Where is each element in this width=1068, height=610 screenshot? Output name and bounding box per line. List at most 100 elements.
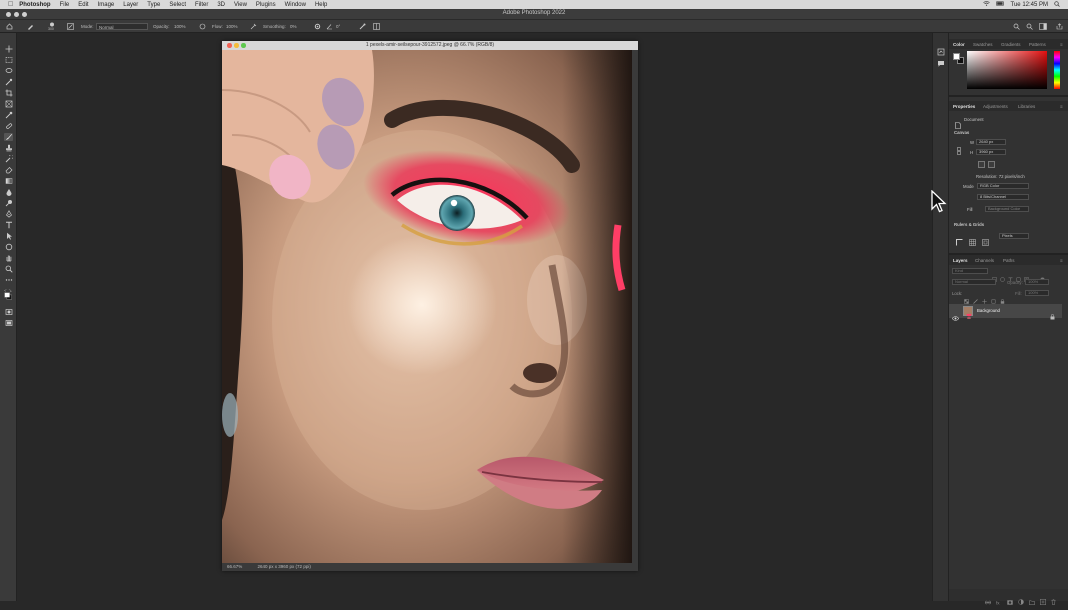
smoothing-options-gear-icon[interactable] (314, 23, 321, 31)
units-select[interactable]: Pixels (999, 233, 1029, 239)
menu-select[interactable]: Select (169, 2, 186, 8)
color-swatches[interactable] (953, 53, 965, 65)
dodge-tool-icon[interactable] (4, 199, 13, 207)
menu-window[interactable]: Window (285, 2, 306, 8)
panel-menu-icon[interactable]: ≡ (1060, 42, 1063, 47)
blend-mode-select[interactable]: Normal (952, 279, 996, 285)
workspace-switcher-icon[interactable] (1039, 23, 1047, 31)
zoom-level[interactable]: 66.67% (227, 564, 242, 569)
menu-file[interactable]: File (60, 2, 70, 8)
link-dimensions-icon[interactable] (957, 142, 961, 160)
tab-adjustments[interactable]: Adjustments (983, 104, 1008, 109)
mode-select[interactable]: Normal (96, 23, 148, 30)
tab-layers[interactable]: Layers (953, 258, 968, 263)
tab-properties[interactable]: Properties (953, 104, 975, 109)
menu-filter[interactable]: Filter (195, 2, 208, 8)
canvas-width-field[interactable]: 2640 px (976, 139, 1006, 145)
comments-panel-icon[interactable] (937, 55, 945, 73)
document-canvas[interactable] (222, 50, 632, 563)
document-tab[interactable]: 1 pexels-amir-seilsepour-3912572.jpeg @ … (222, 41, 638, 50)
shape-tool-icon[interactable] (4, 243, 13, 251)
rulers-grids-heading[interactable]: Rulers & Grids (954, 222, 984, 227)
type-tool-icon[interactable] (4, 221, 13, 229)
symmetry-icon[interactable] (373, 23, 380, 31)
clone-stamp-tool-icon[interactable] (4, 144, 13, 152)
tab-libraries[interactable]: Libraries (1018, 104, 1035, 109)
flow-value[interactable]: 100% (226, 24, 238, 29)
app-menu[interactable]: Photoshop (19, 2, 50, 8)
quick-mask-icon[interactable] (4, 308, 13, 316)
tab-color[interactable]: Color (953, 42, 965, 47)
document-close-button[interactable] (227, 43, 232, 48)
spotlight-icon[interactable] (1054, 0, 1060, 9)
tab-patterns[interactable]: Patterns (1029, 42, 1046, 47)
brush-settings-icon[interactable] (67, 23, 74, 31)
add-mask-icon[interactable] (1007, 592, 1013, 610)
pen-tool-icon[interactable] (4, 210, 13, 218)
layer-style-fx-icon[interactable]: fx (996, 592, 1002, 610)
ruler-icon[interactable] (956, 233, 963, 251)
more-tools-icon[interactable] (4, 276, 13, 284)
color-picker-field[interactable] (967, 51, 1047, 89)
document-scrollbar[interactable] (632, 50, 638, 563)
foreground-color-swatch[interactable] (953, 53, 960, 60)
smoothing-value[interactable]: 0% (290, 24, 297, 29)
brush-tool-preset-icon[interactable] (27, 23, 35, 31)
crop-tool-icon[interactable] (4, 89, 13, 97)
guides-icon[interactable] (982, 233, 989, 251)
document-minimize-button[interactable] (234, 43, 239, 48)
search-help-icon[interactable] (1026, 23, 1033, 31)
lasso-tool-icon[interactable] (4, 67, 13, 75)
marquee-tool-icon[interactable] (4, 56, 13, 64)
opacity-value[interactable]: 100% (174, 24, 186, 29)
canvas-height-field[interactable]: 3960 px (976, 149, 1006, 155)
airbrush-icon[interactable] (250, 23, 257, 31)
angle-value[interactable]: 0° (336, 24, 340, 29)
tab-gradients[interactable]: Gradients (1001, 42, 1021, 47)
canvas-heading[interactable]: Canvas (954, 130, 969, 135)
brush-angle-icon[interactable] (326, 23, 333, 31)
menu-plugins[interactable]: Plugins (256, 2, 276, 8)
foreground-background-swatches[interactable] (4, 288, 13, 301)
spot-healing-tool-icon[interactable] (4, 122, 13, 130)
menu-layer[interactable]: Layer (123, 2, 138, 8)
brush-tool-icon[interactable] (4, 133, 13, 141)
gradient-tool-icon[interactable] (4, 177, 13, 185)
menu-3d[interactable]: 3D (217, 2, 225, 8)
layer-name[interactable]: Background (977, 308, 1000, 313)
portrait-orientation-button[interactable] (978, 161, 985, 168)
filter-adjustment-icon[interactable] (1000, 269, 1005, 287)
panel-menu-icon[interactable]: ≡ (1060, 104, 1063, 109)
tab-swatches[interactable]: Swatches (973, 42, 993, 47)
object-selection-tool-icon[interactable] (4, 78, 13, 86)
move-tool-icon[interactable] (4, 45, 13, 53)
blur-tool-icon[interactable] (4, 188, 13, 196)
eraser-tool-icon[interactable] (4, 166, 13, 174)
search-icon[interactable] (1013, 23, 1020, 31)
layer-filter-kind[interactable]: Kind (952, 268, 988, 274)
hand-tool-icon[interactable] (4, 254, 13, 262)
delete-layer-icon[interactable] (1051, 592, 1056, 610)
clock[interactable]: Tue 12:45 PM (1011, 2, 1048, 8)
frame-tool-icon[interactable] (4, 100, 13, 108)
color-mode-select[interactable]: RGB Color (977, 183, 1029, 189)
panel-menu-icon[interactable]: ≡ (1060, 258, 1063, 263)
pressure-opacity-icon[interactable] (199, 23, 206, 31)
eye-visibility-icon[interactable] (951, 308, 960, 326)
fill-select[interactable]: Background Color (985, 206, 1029, 212)
tab-channels[interactable]: Channels (975, 258, 994, 263)
new-group-icon[interactable] (1029, 592, 1035, 610)
zoom-tool-icon[interactable] (4, 265, 13, 273)
path-selection-tool-icon[interactable] (4, 232, 13, 240)
menu-image[interactable]: Image (98, 2, 115, 8)
menu-view[interactable]: View (234, 2, 247, 8)
screen-mode-icon[interactable] (4, 319, 13, 327)
menu-type[interactable]: Type (147, 2, 160, 8)
battery-icon[interactable] (995, 1, 1005, 8)
apple-icon[interactable]:  (8, 1, 13, 8)
pressure-size-icon[interactable] (359, 23, 366, 31)
share-icon[interactable] (1056, 23, 1063, 31)
document-zoom-button[interactable] (241, 43, 246, 48)
menu-edit[interactable]: Edit (78, 2, 88, 8)
brush-size-value[interactable]: 300 (48, 27, 54, 31)
